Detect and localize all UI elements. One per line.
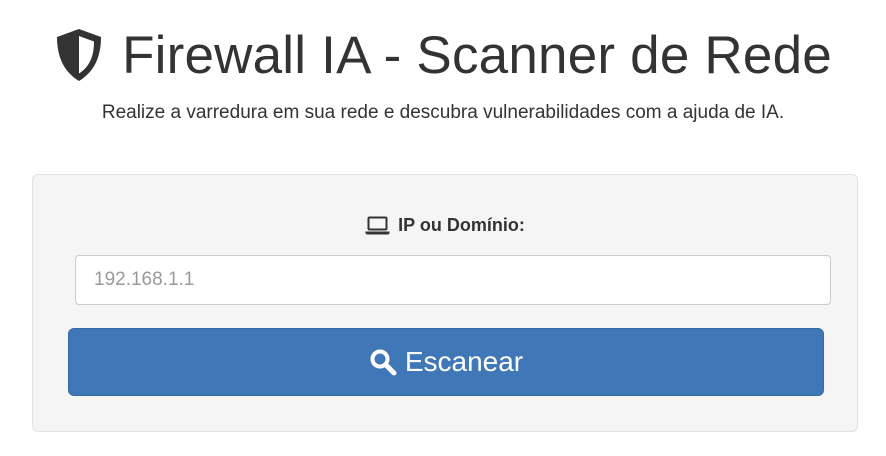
scan-button-label: Escanear — [404, 346, 524, 377]
ip-field-label: IP ou Domínio: — [398, 215, 525, 235]
shield-icon — [54, 27, 104, 83]
ip-domain-input[interactable] — [75, 255, 831, 305]
page-header: Firewall IA - Scanner de Rede — [0, 22, 886, 88]
scan-form-card: IP ou Domínio: Escanear — [32, 174, 858, 432]
page-title: Firewall IA - Scanner de Rede — [122, 25, 832, 85]
scan-button[interactable]: Escanear — [68, 328, 824, 396]
page-subtitle: Realize a varredura em sua rede e descub… — [101, 102, 785, 123]
search-icon — [369, 348, 397, 376]
field-label-row: IP ou Domínio: — [33, 215, 857, 236]
laptop-icon — [365, 216, 390, 236]
page: Firewall IA - Scanner de Rede Realize a … — [0, 0, 886, 456]
